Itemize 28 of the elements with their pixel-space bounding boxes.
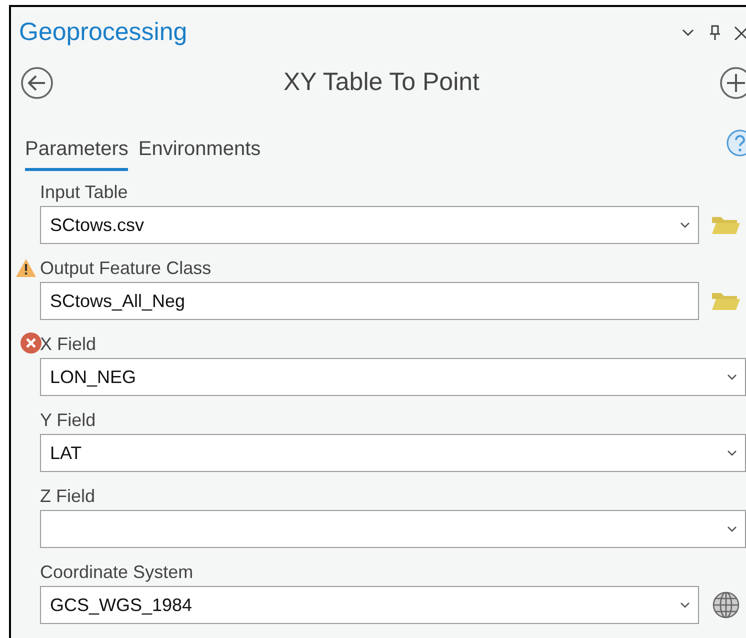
tab[interactable]: Parameters	[25, 134, 128, 171]
chevron-down-icon	[727, 374, 737, 380]
pane-title: Geoprocessing	[19, 17, 188, 48]
chevron-down-icon[interactable]	[682, 29, 694, 37]
dropdown-field[interactable]: LON_NEG	[40, 358, 746, 396]
chevron-down-icon	[680, 602, 690, 608]
back-icon[interactable]	[21, 67, 53, 99]
dropdown-field[interactable]: SCtows.csv	[40, 206, 699, 244]
globe-icon[interactable]	[712, 591, 740, 619]
parameter-label: Y Field	[40, 408, 96, 432]
parameter-label: X Field	[40, 332, 96, 356]
parameter-label: Output Feature Class	[40, 256, 212, 280]
help-icon[interactable]	[726, 129, 746, 157]
dropdown-field[interactable]: LAT	[40, 434, 746, 472]
add-icon[interactable]	[720, 67, 746, 99]
input-field[interactable]: SCtows_All_Neg	[40, 282, 699, 320]
parameter-label: Coordinate System	[40, 560, 194, 584]
close-icon[interactable]	[734, 26, 746, 40]
parameter-label: Input Table	[40, 180, 128, 204]
tool-title: XY Table To Point	[282, 67, 480, 98]
chevron-down-icon	[680, 222, 690, 228]
pin-icon[interactable]	[710, 25, 720, 41]
tab[interactable]: Environments	[138, 134, 261, 171]
parameter-label: Z Field	[40, 484, 96, 508]
chevron-down-icon	[727, 526, 737, 532]
dropdown-field[interactable]: GCS_WGS_1984	[40, 586, 699, 624]
chevron-down-icon	[727, 450, 737, 456]
dropdown-field[interactable]	[40, 510, 746, 548]
